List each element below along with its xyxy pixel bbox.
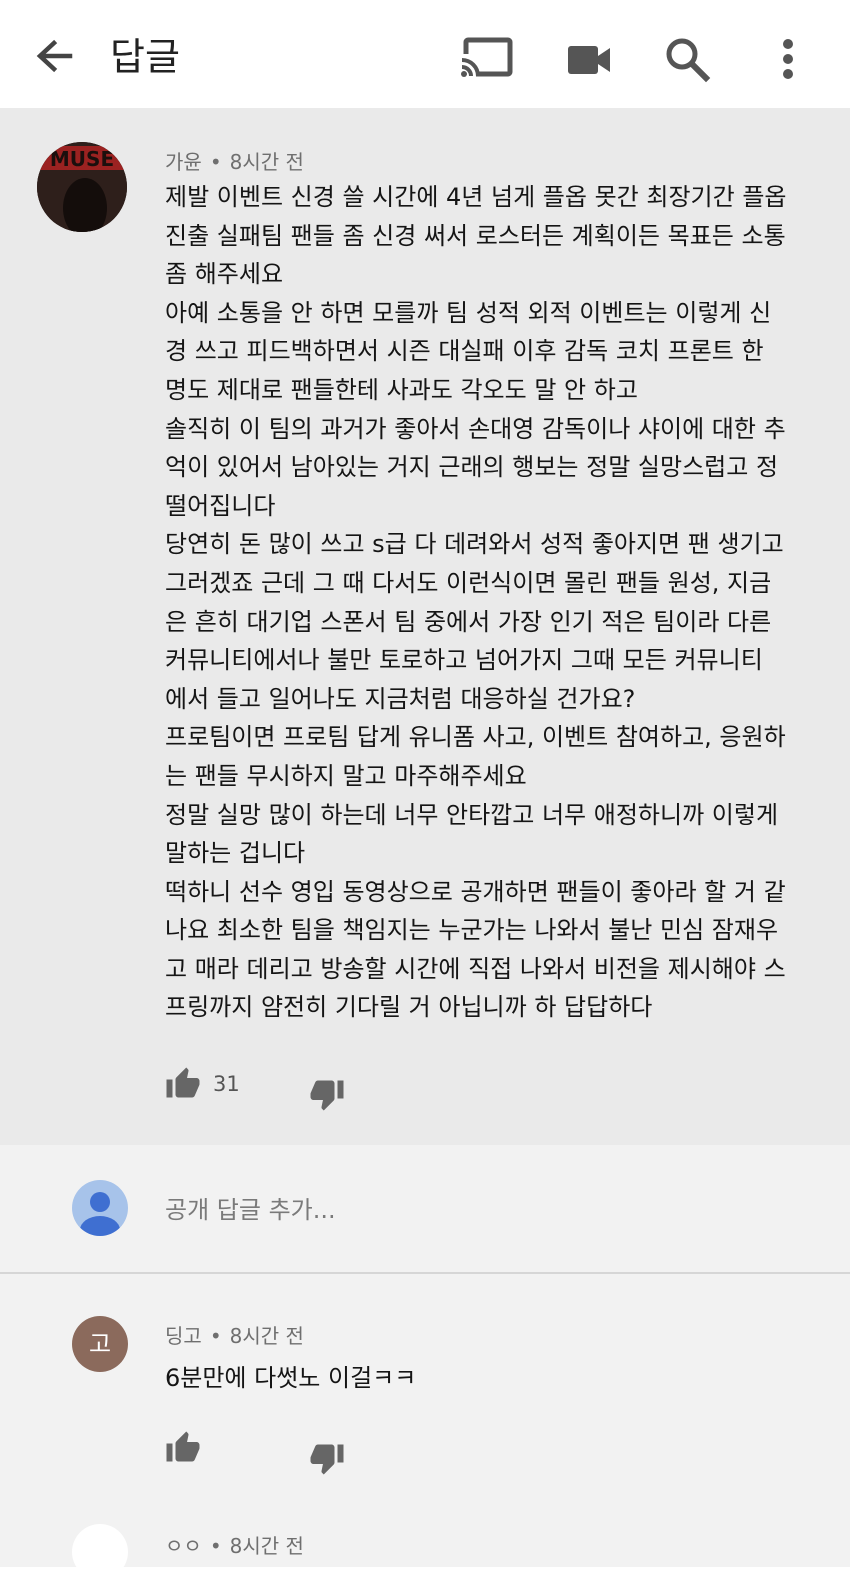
- app-bar: 답글: [0, 0, 850, 108]
- comment-author[interactable]: 가윤: [165, 150, 202, 174]
- search-icon[interactable]: [660, 32, 716, 88]
- reply-avatar[interactable]: 고: [72, 1316, 128, 1372]
- reply-time: 8시간 전: [229, 1534, 304, 1558]
- reply-meta: 딩고 • 8시간 전: [165, 1320, 304, 1349]
- page-title: 답글: [110, 35, 180, 79]
- reply-meta: ㅇㅇ • 8시간 전: [165, 1530, 304, 1559]
- thumb-down-icon[interactable]: [309, 1076, 345, 1112]
- meta-dot: •: [209, 1534, 222, 1558]
- meta-dot: •: [209, 1324, 222, 1348]
- reply-input[interactable]: 공개 답글 추가...: [165, 1190, 336, 1225]
- reply-text: 6분만에 다썻노 이걸ㅋㅋ: [165, 1364, 417, 1392]
- back-arrow-icon[interactable]: [30, 32, 80, 82]
- like-count: 31: [213, 1072, 240, 1096]
- comment-time: 8시간 전: [229, 150, 304, 174]
- reply-avatar[interactable]: [72, 1524, 128, 1580]
- reply-author[interactable]: ㅇㅇ: [165, 1534, 202, 1558]
- avatar[interactable]: MUSE: [37, 142, 127, 232]
- avatar-logo-text: MUSE: [50, 147, 114, 171]
- comment-actions: 31: [165, 1066, 365, 1111]
- more-vert-icon[interactable]: [760, 32, 816, 88]
- thumb-up-icon[interactable]: [165, 1430, 201, 1466]
- video-camera-icon[interactable]: [560, 32, 616, 88]
- replies-list: [0, 1274, 850, 1567]
- comment-meta: 가윤 • 8시간 전: [165, 146, 304, 175]
- user-avatar: [72, 1180, 128, 1236]
- thumb-down-icon[interactable]: [309, 1440, 345, 1476]
- reply-time: 8시간 전: [229, 1324, 304, 1348]
- comment-text: 제발 이벤트 신경 쓸 시간에 4년 넘게 플옵 못간 최장기간 플옵 진출 실…: [165, 183, 787, 1022]
- cast-icon[interactable]: [458, 32, 514, 88]
- reply-author[interactable]: 딩고: [165, 1324, 202, 1348]
- meta-dot: •: [209, 150, 222, 174]
- reply-actions: [165, 1430, 365, 1475]
- thumb-up-icon[interactable]: [165, 1066, 201, 1102]
